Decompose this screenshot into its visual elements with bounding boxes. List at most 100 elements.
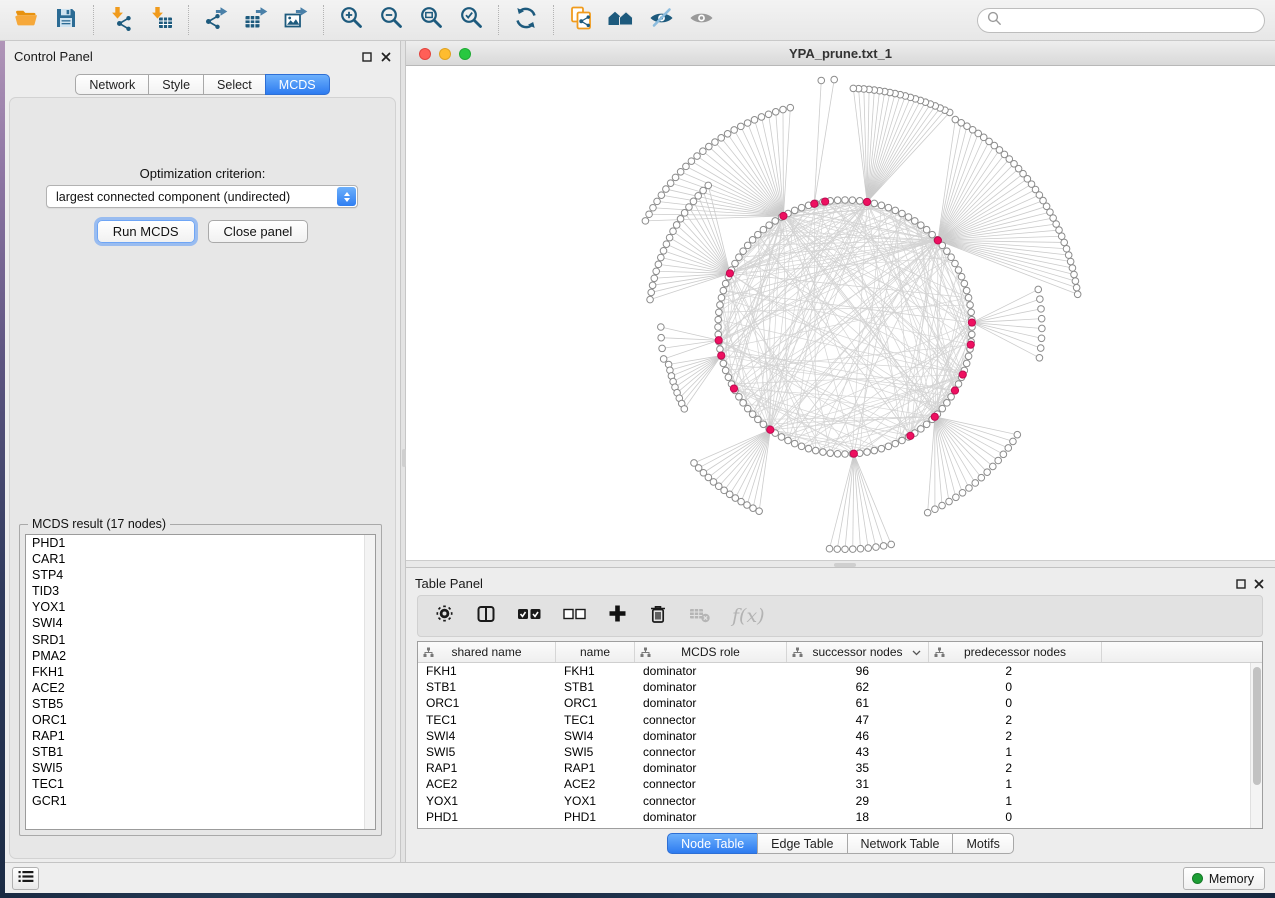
graph-node[interactable] <box>871 200 878 207</box>
mcds-result-list[interactable]: PHD1CAR1STP4TID3YOX1SWI4SRD1PMA2FKH1ACE2… <box>25 534 376 830</box>
graph-node[interactable] <box>1069 265 1076 272</box>
mcds-result-item[interactable]: SWI5 <box>26 760 375 776</box>
export-table-button[interactable] <box>236 2 276 38</box>
mcds-result-item[interactable]: SWI4 <box>26 615 375 631</box>
graph-mcds-node[interactable] <box>931 413 938 420</box>
graph-node[interactable] <box>787 104 794 111</box>
mcds-result-item[interactable]: PHD1 <box>26 535 375 551</box>
table-row[interactable]: STB1STB1dominator620 <box>418 679 1250 695</box>
graph-node[interactable] <box>955 381 962 388</box>
graph-node[interactable] <box>968 309 975 316</box>
graph-node[interactable] <box>772 109 779 116</box>
graph-node[interactable] <box>948 254 955 261</box>
graph-node[interactable] <box>715 316 722 323</box>
graph-node[interactable] <box>755 416 762 423</box>
graph-mcds-node[interactable] <box>967 341 974 348</box>
graph-node[interactable] <box>932 506 939 513</box>
graph-node[interactable] <box>1038 315 1045 322</box>
graph-node[interactable] <box>1071 271 1078 278</box>
graph-node[interactable] <box>653 268 660 275</box>
graph-node[interactable] <box>695 193 702 200</box>
graph-node[interactable] <box>1056 227 1063 234</box>
graph-node[interactable] <box>744 120 751 127</box>
graph-node[interactable] <box>865 545 872 552</box>
mcds-result-item[interactable]: SRD1 <box>26 632 375 648</box>
mcds-result-item[interactable]: ORC1 <box>26 712 375 728</box>
graph-mcds-node[interactable] <box>822 198 829 205</box>
graph-node[interactable] <box>946 498 953 505</box>
graph-node[interactable] <box>885 204 892 211</box>
graph-node[interactable] <box>658 254 665 261</box>
graph-node[interactable] <box>778 434 785 441</box>
graph-node[interactable] <box>834 450 841 457</box>
graph-node[interactable] <box>731 127 738 134</box>
columns-button[interactable] <box>476 604 496 628</box>
graph-node[interactable] <box>965 294 972 301</box>
graph-node[interactable] <box>948 393 955 400</box>
graph-node[interactable] <box>720 360 727 367</box>
graph-node[interactable] <box>924 509 931 516</box>
graph-node[interactable] <box>842 197 849 204</box>
graph-node[interactable] <box>659 345 666 352</box>
select-all-button[interactable] <box>517 604 542 628</box>
graph-node[interactable] <box>705 182 712 189</box>
column-header-MCDS-role[interactable]: MCDS role <box>635 642 787 662</box>
graph-node[interactable] <box>1065 252 1072 259</box>
graph-node[interactable] <box>1061 239 1068 246</box>
graph-mcds-node[interactable] <box>811 200 818 207</box>
graph-node[interactable] <box>1036 354 1043 361</box>
tab-mcds[interactable]: MCDS <box>265 74 330 95</box>
graph-mcds-node[interactable] <box>767 426 774 433</box>
graph-node[interactable] <box>646 211 653 218</box>
graph-node[interactable] <box>856 198 863 205</box>
column-header-name[interactable]: name <box>556 642 635 662</box>
graph-node[interactable] <box>1037 296 1044 303</box>
graph-node[interactable] <box>864 449 871 456</box>
graph-node[interactable] <box>658 192 665 199</box>
graph-node[interactable] <box>688 158 695 165</box>
graph-node[interactable] <box>965 353 972 360</box>
graph-node[interactable] <box>791 440 798 447</box>
graph-node[interactable] <box>944 248 951 255</box>
graph-node[interactable] <box>658 324 665 331</box>
export-image-button[interactable] <box>276 2 316 38</box>
graph-node[interactable] <box>740 248 747 255</box>
graph-node[interactable] <box>1058 233 1065 240</box>
graph-mcds-node[interactable] <box>959 371 966 378</box>
tab-style[interactable]: Style <box>148 74 204 95</box>
graph-node[interactable] <box>660 356 667 363</box>
graph-node[interactable] <box>1005 445 1012 452</box>
graph-node[interactable] <box>740 400 747 407</box>
graph-node[interactable] <box>760 421 767 428</box>
search-input[interactable] <box>1007 11 1264 31</box>
graph-node[interactable] <box>766 222 773 229</box>
graph-mcds-node[interactable] <box>850 450 857 457</box>
export-network-button[interactable] <box>196 2 236 38</box>
graph-node[interactable] <box>1072 278 1079 285</box>
graph-node[interactable] <box>878 445 885 452</box>
graph-node[interactable] <box>785 437 792 444</box>
graph-node[interactable] <box>923 421 930 428</box>
mcds-result-item[interactable]: STB1 <box>26 744 375 760</box>
graph-node[interactable] <box>1063 245 1070 252</box>
save-session-button[interactable] <box>46 2 86 38</box>
graph-node[interactable] <box>968 331 975 338</box>
graph-node[interactable] <box>718 135 725 142</box>
horizontal-splitter-handle[interactable] <box>834 563 856 567</box>
graph-mcds-node[interactable] <box>951 387 958 394</box>
mcds-result-item[interactable]: STB5 <box>26 696 375 712</box>
mcds-result-item[interactable]: YOX1 <box>26 599 375 615</box>
duplicate-network-button[interactable] <box>561 2 601 38</box>
graph-mcds-node[interactable] <box>715 337 722 344</box>
open-file-button[interactable] <box>6 2 46 38</box>
graph-node[interactable] <box>953 494 960 501</box>
zoom-out-button[interactable] <box>371 2 411 38</box>
graph-node[interactable] <box>663 186 670 193</box>
graph-node[interactable] <box>744 242 751 249</box>
graph-node[interactable] <box>1000 451 1007 458</box>
graph-node[interactable] <box>849 197 856 204</box>
table-scrollbar-thumb[interactable] <box>1253 667 1261 785</box>
tab-edge-table[interactable]: Edge Table <box>757 833 847 854</box>
show-panels-button[interactable] <box>12 867 39 890</box>
mcds-result-item[interactable]: RAP1 <box>26 728 375 744</box>
